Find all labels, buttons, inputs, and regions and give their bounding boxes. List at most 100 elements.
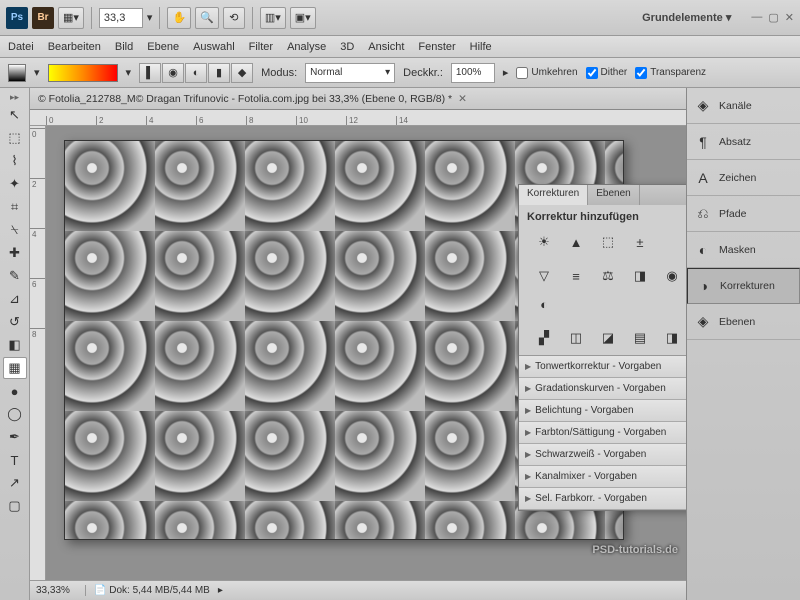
gradient-map-icon[interactable]: ▤ (627, 327, 653, 349)
hue-sat-icon[interactable]: ≡ (563, 265, 589, 287)
transparency-checkbox[interactable]: Transparenz (635, 67, 706, 79)
minimize-icon[interactable]: — (751, 11, 762, 24)
tab-korrekturen[interactable]: Korrekturen (519, 185, 588, 205)
rotate-view-button[interactable]: ⟲ (223, 7, 245, 29)
zoom-dropdown-icon[interactable]: ▾ (147, 11, 153, 24)
layout-picker-button[interactable]: ▦▾ (58, 7, 84, 29)
close-tab-icon[interactable]: ✕ (458, 93, 467, 105)
blur-tool[interactable]: ● (3, 380, 27, 402)
zoom-level-field[interactable]: 33,3 (99, 8, 143, 28)
blend-mode-select[interactable]: Normal▾ (305, 63, 395, 83)
menu-ansicht[interactable]: Ansicht (368, 41, 404, 53)
exposure-icon[interactable]: ± (627, 231, 653, 253)
hand-tool-button[interactable]: ✋ (167, 7, 191, 29)
radial-gradient-button[interactable]: ◉ (162, 63, 184, 83)
ps-logo-icon[interactable]: Ps (6, 7, 28, 29)
threshold-icon[interactable]: ◪ (595, 327, 621, 349)
rail-masken[interactable]: ◐Masken (687, 232, 800, 268)
photo-filter-icon[interactable]: ◉ (659, 265, 685, 287)
menu-datei[interactable]: Datei (8, 41, 34, 53)
tools-panel: ▸▸ ↖ ⬚ ⌇ ✦ ⌗ ⍀ ✚ ✎ ⊿ ↺ ◧ ▦ ● ◯ ✒ T ↗ ▢ (0, 88, 30, 600)
menu-3d[interactable]: 3D (340, 41, 354, 53)
brightness-contrast-icon[interactable]: ☀ (531, 231, 557, 253)
crop-tool[interactable]: ⌗ (3, 196, 27, 218)
color-balance-icon[interactable]: ⚖ (595, 265, 621, 287)
selective-color-icon[interactable]: ◨ (659, 327, 685, 349)
rail-kanaele[interactable]: ◈Kanäle (687, 88, 800, 124)
arrange-docs-button[interactable]: ▥▾ (260, 7, 286, 29)
status-bar: 33,33% 📄 Dok: 5,44 MB/5,44 MB ▸ (30, 580, 686, 600)
bridge-logo-icon[interactable]: Br (32, 7, 54, 29)
preset-item[interactable]: ▶Belichtung - Vorgaben (519, 400, 686, 422)
channel-mixer-icon[interactable]: ◐ (531, 293, 557, 315)
screen-mode-button[interactable]: ▣▾ (290, 7, 316, 29)
dither-checkbox[interactable]: Dither (586, 67, 628, 79)
diamond-gradient-button[interactable]: ◆ (231, 63, 253, 83)
document-tab[interactable]: © Fotolia_212788_M© Dragan Trifunovic - … (30, 88, 686, 110)
preset-item[interactable]: ▶Gradationskurven - Vorgaben (519, 378, 686, 400)
close-icon[interactable]: ✕ (785, 11, 794, 24)
shape-tool[interactable]: ▢ (3, 495, 27, 517)
type-tool[interactable]: T (3, 449, 27, 471)
rail-korrekturen[interactable]: ◑Korrekturen (687, 268, 800, 304)
reflected-gradient-button[interactable]: ▮ (208, 63, 230, 83)
paths-icon: ⎌ (695, 206, 711, 222)
tool-preset-swatch[interactable] (8, 64, 26, 82)
ruler-horizontal[interactable]: 02468101214 (30, 110, 686, 126)
marquee-tool[interactable]: ⬚ (3, 127, 27, 149)
menu-analyse[interactable]: Analyse (287, 41, 326, 53)
maximize-icon[interactable]: ▢ (768, 11, 778, 24)
black-white-icon[interactable]: ◨ (627, 265, 653, 287)
menubar: Datei Bearbeiten Bild Ebene Auswahl Filt… (0, 36, 800, 58)
history-brush-tool[interactable]: ↺ (3, 311, 27, 333)
lasso-tool[interactable]: ⌇ (3, 150, 27, 172)
linear-gradient-button[interactable]: ▌ (139, 63, 161, 83)
vibrance-icon[interactable]: ▽ (531, 265, 557, 287)
rail-absatz[interactable]: ¶Absatz (687, 124, 800, 160)
invert-icon[interactable]: ▞ (531, 327, 557, 349)
heal-tool[interactable]: ✚ (3, 242, 27, 264)
opacity-field[interactable]: 100% (451, 63, 495, 83)
wand-tool[interactable]: ✦ (3, 173, 27, 195)
gradient-swatch[interactable] (48, 64, 118, 82)
menu-auswahl[interactable]: Auswahl (193, 41, 235, 53)
curves-icon[interactable]: ⬚ (595, 231, 621, 253)
workspace-picker[interactable]: Grundelemente ▾ (634, 11, 739, 24)
angle-gradient-button[interactable]: ◐ (185, 63, 207, 83)
rail-zeichen[interactable]: AZeichen (687, 160, 800, 196)
character-icon: A (695, 170, 711, 186)
status-doc-size[interactable]: 📄 Dok: 5,44 MB/5,44 MB (94, 585, 210, 596)
menu-filter[interactable]: Filter (249, 41, 273, 53)
menu-ebene[interactable]: Ebene (147, 41, 179, 53)
levels-icon[interactable]: ▲ (563, 231, 589, 253)
menu-hilfe[interactable]: Hilfe (470, 41, 492, 53)
preset-item[interactable]: ▶Schwarzweiß - Vorgaben (519, 444, 686, 466)
eyedropper-tool[interactable]: ⍀ (3, 219, 27, 241)
zoom-tool-button[interactable]: 🔍 (195, 7, 219, 29)
opacity-label: Deckkr.: (403, 67, 443, 79)
eraser-tool[interactable]: ◧ (3, 334, 27, 356)
rail-ebenen[interactable]: ◈Ebenen (687, 304, 800, 340)
stamp-tool[interactable]: ⊿ (3, 288, 27, 310)
preset-item[interactable]: ▶Kanalmixer - Vorgaben (519, 466, 686, 488)
ruler-vertical[interactable]: 02468 (30, 126, 46, 580)
brush-tool[interactable]: ✎ (3, 265, 27, 287)
posterize-icon[interactable]: ◫ (563, 327, 589, 349)
status-zoom[interactable]: 33,33% (36, 585, 86, 596)
menu-bild[interactable]: Bild (115, 41, 133, 53)
reverse-checkbox[interactable]: Umkehren (516, 67, 577, 79)
pen-tool[interactable]: ✒ (3, 426, 27, 448)
dodge-tool[interactable]: ◯ (3, 403, 27, 425)
preset-item[interactable]: ▶Tonwertkorrektur - Vorgaben (519, 356, 686, 378)
menu-bearbeiten[interactable]: Bearbeiten (48, 41, 101, 53)
adjustments-icon: ◑ (696, 278, 712, 294)
move-tool[interactable]: ↖ (3, 104, 27, 126)
canvas[interactable]: Korrekturen Ebenen ≡ Korrektur hinzufüge… (46, 126, 686, 580)
path-tool[interactable]: ↗ (3, 472, 27, 494)
rail-pfade[interactable]: ⎌Pfade (687, 196, 800, 232)
preset-item[interactable]: ▶Sel. Farbkorr. - Vorgaben (519, 488, 686, 510)
gradient-tool[interactable]: ▦ (3, 357, 27, 379)
menu-fenster[interactable]: Fenster (418, 41, 455, 53)
tab-ebenen[interactable]: Ebenen (588, 185, 639, 205)
preset-item[interactable]: ▶Farbton/Sättigung - Vorgaben (519, 422, 686, 444)
